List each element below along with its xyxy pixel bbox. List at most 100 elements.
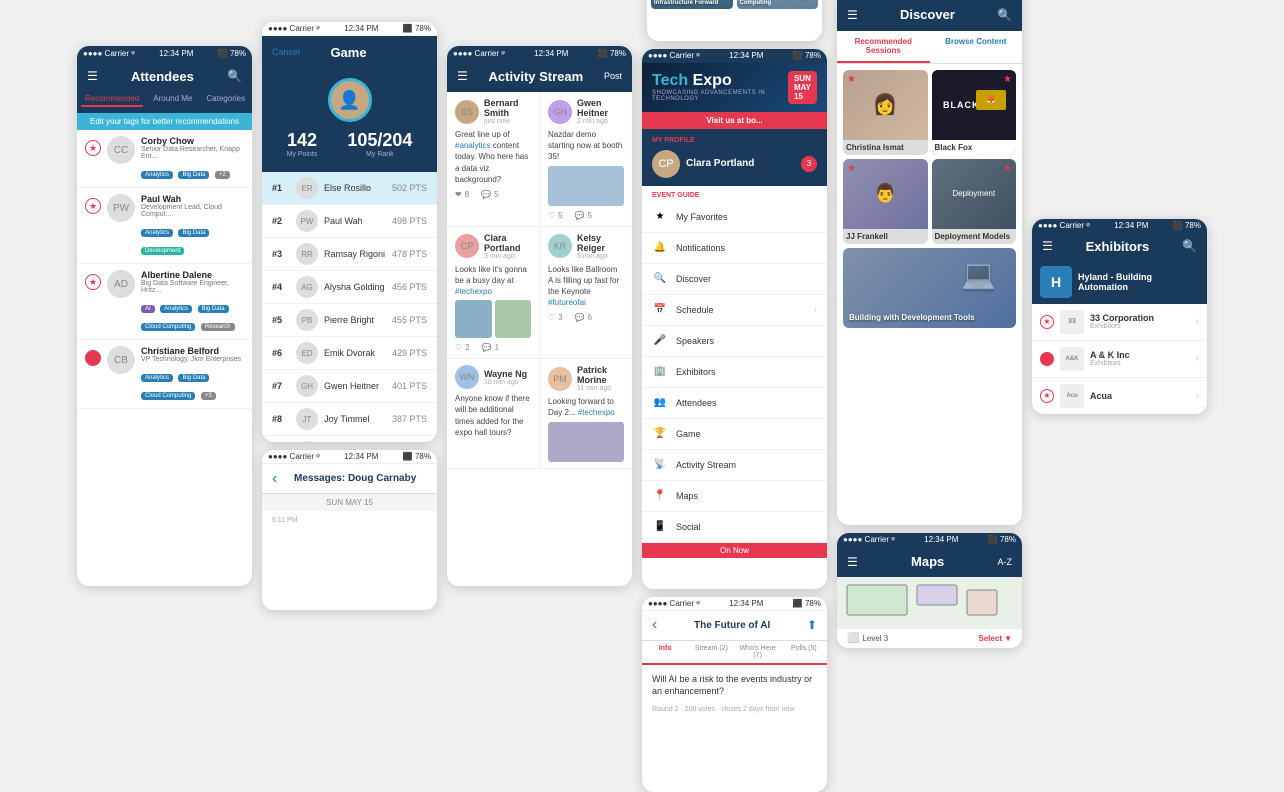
favorite-star[interactable]: ★ (85, 198, 101, 214)
status-bar-4: ●●●● Carrier ᵠ 12:34 PM ⬛ 78% (447, 46, 632, 60)
leaderboard-row[interactable]: #7 GH Gwen Heitner 401 PTS (262, 370, 437, 403)
comment-action[interactable]: 💬 6 (575, 313, 592, 322)
menu-icon[interactable]: ☰ (87, 69, 98, 83)
tag[interactable]: Big Data (178, 171, 209, 179)
az-label[interactable]: A-Z (998, 557, 1013, 567)
menu-item-exhibitors[interactable]: 🏢 Exhibitors (642, 357, 827, 388)
tab-recommended[interactable]: Recommended Sessions (837, 31, 930, 63)
menu-item-discover[interactable]: 🔍 Discover (642, 264, 827, 295)
menu-item-maps[interactable]: 📍 Maps (642, 481, 827, 512)
leaderboard-row[interactable]: #3 RR Ramsay Rigoni 478 PTS (262, 238, 437, 271)
tag[interactable]: Analytics (141, 229, 173, 237)
future-ai-nav: ‹ The Future of AI ⬆ (642, 611, 827, 641)
leaderboard-row[interactable]: #9 BS Bernard Smith 377 PTS (262, 436, 437, 442)
tab-categories[interactable]: Categories (202, 92, 249, 107)
comment-action[interactable]: 💬 5 (481, 190, 498, 199)
favorite-star[interactable]: ★ (85, 350, 101, 366)
cancel-button[interactable]: Cancel (272, 47, 300, 57)
exhibitor-row[interactable]: ★ A&K A & K Inc Exhibitors › (1032, 341, 1207, 378)
featured-exhibitor[interactable]: H Hyland - Building Automation (1032, 260, 1207, 304)
tab-polls[interactable]: Polls (5) (781, 641, 827, 663)
discover-card-person2[interactable]: 👨 JJ Frankell ★ (843, 159, 928, 244)
menu-item-speakers[interactable]: 🎤 Speakers (642, 326, 827, 357)
tag[interactable]: Big Data (178, 229, 209, 237)
maps-view (837, 577, 1022, 628)
tag[interactable]: Development (141, 247, 184, 255)
attendee-row[interactable]: ★ CB Christiane Belford VP Technology, J… (77, 340, 252, 409)
menu-item-attendees[interactable]: 👥 Attendees (642, 388, 827, 419)
favorite-star[interactable]: ★ (1040, 352, 1054, 366)
card-name: Black Fox (932, 140, 1017, 155)
exhibitor-row[interactable]: ★ Acu Acua › (1032, 378, 1207, 414)
tag[interactable]: +2 (215, 171, 230, 179)
tag-banner[interactable]: Edit your tags for better recommendation… (77, 113, 252, 130)
menu-item-game[interactable]: 🏆 Game (642, 419, 827, 450)
leaderboard-row[interactable]: #8 JT Joy Timmel 387 PTS (262, 403, 437, 436)
discover-card-person[interactable]: 👩 Christina Ismat ★ (843, 70, 928, 155)
like-action[interactable]: ♡ 2 (455, 343, 470, 352)
tag[interactable]: Cloud Computing (141, 323, 195, 331)
menu-item-favorites[interactable]: ★ My Favorites (642, 202, 827, 233)
menu-icon[interactable]: ☰ (847, 8, 858, 22)
like-action[interactable]: ♡ 3 (548, 313, 563, 322)
search-icon[interactable]: 🔍 (227, 69, 242, 83)
tab-info[interactable]: Info (642, 641, 688, 663)
menu-item-social[interactable]: 📱 Social (642, 512, 827, 543)
tag[interactable]: +3 (201, 392, 216, 400)
menu-icon[interactable]: ☰ (457, 69, 468, 83)
favorite-star[interactable]: ★ (85, 274, 101, 290)
attendee-row[interactable]: ★ CC Corby Chow Senior Data Researcher, … (77, 130, 252, 188)
tag[interactable]: Cloud Computing (141, 392, 195, 400)
exhibitor-row[interactable]: ★ 33 33 Corporation Exhibitors › (1032, 304, 1207, 341)
comment-action[interactable]: 💬 5 (575, 211, 592, 220)
select-label[interactable]: Select (979, 634, 1003, 643)
tag[interactable]: Big Data (198, 305, 229, 313)
points-value: 142 (287, 130, 318, 151)
tab-browse[interactable]: Browse Content (930, 31, 1023, 63)
discover-card-wide[interactable]: 💻 Building with Development Tools (843, 248, 1016, 328)
menu-icon[interactable]: ☰ (847, 555, 858, 569)
back-button[interactable]: ‹ (272, 470, 277, 488)
discover-card-topic[interactable]: Deployment Deployment Models ★ (932, 159, 1017, 244)
share-icon[interactable]: ⬆ (807, 618, 817, 632)
like-action[interactable]: ♡ 5 (548, 211, 563, 220)
discover-card-brand[interactable]: BLACK FOX 🦊 Black Fox ★ (932, 70, 1017, 155)
leaderboard-row[interactable]: #5 PB Pierre Bright 455 PTS (262, 304, 437, 337)
tab-whos-here[interactable]: Who's Here (7) (735, 641, 781, 663)
search-icon[interactable]: 🔍 (997, 8, 1012, 22)
menu-item-activity-stream[interactable]: 📡 Activity Stream (642, 450, 827, 481)
favorite-star[interactable]: ★ (1040, 389, 1054, 403)
leaderboard-row[interactable]: #1 ER Else Rosillo 502 PTS (262, 172, 437, 205)
post-image (548, 166, 624, 206)
leaderboard-row[interactable]: #4 AG Alysha Golding 456 PTS (262, 271, 437, 304)
menu-icon[interactable]: ☰ (1042, 239, 1053, 253)
favorite-star[interactable]: ★ (85, 140, 101, 156)
tag[interactable]: AI (141, 305, 155, 313)
avatar: PW (296, 210, 318, 232)
discover-card[interactable]: Enable the IoT with Fog Computing (737, 0, 819, 9)
leaderboard-row[interactable]: #2 PW Paul Wah 498 PTS (262, 205, 437, 238)
favorite-star[interactable]: ★ (1040, 315, 1054, 329)
tag[interactable]: Big Data (178, 374, 209, 382)
discover-card[interactable]: Moving Your Infrastructure Forward (651, 0, 733, 9)
dropdown-arrow-icon[interactable]: ▼ (1004, 634, 1012, 643)
tag[interactable]: Analytics (160, 305, 192, 313)
attendee-row[interactable]: ★ PW Paul Wah Development Lead, Cloud Co… (77, 188, 252, 264)
tab-stream[interactable]: Stream (2) (688, 641, 734, 663)
tag[interactable]: Analytics (141, 171, 173, 179)
leaderboard-row[interactable]: #6 ED Emik Dvorak 429 PTS (262, 337, 437, 370)
select-control[interactable]: Select ▼ (979, 634, 1013, 643)
search-icon[interactable]: 🔍 (1182, 239, 1197, 253)
menu-item-schedule[interactable]: 📅 Schedule › (642, 295, 827, 326)
tab-around-me[interactable]: Around Me (149, 92, 196, 107)
tag[interactable]: Analytics (141, 374, 173, 382)
tab-recommended[interactable]: Recommended (81, 92, 143, 107)
comment-action[interactable]: 💬 1 (482, 343, 499, 352)
attendee-row[interactable]: ★ AD Albertine Dalene Big Data Software … (77, 264, 252, 340)
tag[interactable]: Research (201, 323, 235, 331)
menu-item-notifications[interactable]: 🔔 Notifications (642, 233, 827, 264)
exhibitor-type: Exhibitors (1090, 360, 1190, 367)
post-button[interactable]: Post (604, 71, 622, 81)
post-item: PM Patrick Morine 11 min ago Looking for… (540, 359, 632, 467)
like-action[interactable]: ❤ 8 (455, 190, 469, 199)
